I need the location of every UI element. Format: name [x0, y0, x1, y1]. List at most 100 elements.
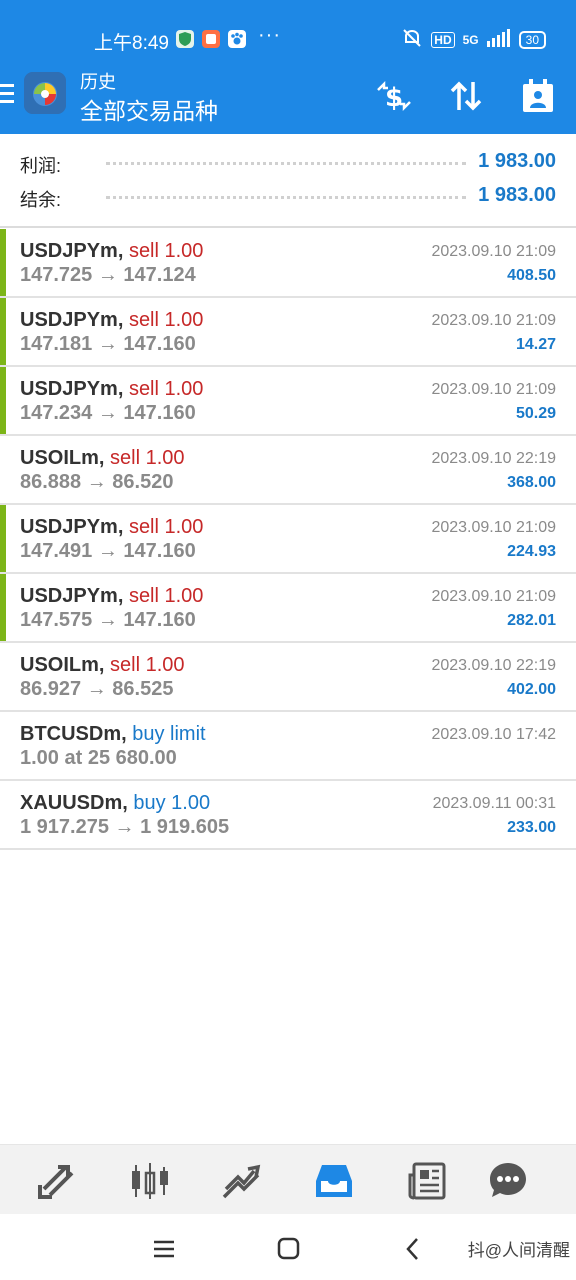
trade-profit: 402.00 [507, 681, 556, 698]
trade-prices: 1 917.275 → 1 919.605 [20, 816, 230, 838]
open-position-marker [0, 367, 6, 434]
signal-icon [486, 29, 511, 50]
trade-row[interactable]: USDJPYm, sell 1.00 147.234 → 147.160 2023.… [0, 367, 576, 436]
trade-prices: 147.725 → 147.124 [20, 264, 196, 286]
app-notification-icon [202, 30, 220, 48]
trade-symbol: USDJPYm, [20, 516, 124, 538]
trade-time: 2023.09.10 22:19 [431, 657, 556, 674]
trade-title: USDJPYm, sell 1.00 [20, 585, 203, 608]
trade-prices: 86.888 → 86.520 [20, 471, 174, 493]
open-position-marker [0, 505, 6, 572]
trade-row[interactable]: XAUUSDm, buy 1.00 1 917.275 → 1 919.605 20… [0, 781, 576, 850]
profit-row: 利润: 1 983.00 [20, 148, 556, 178]
mute-icon [401, 28, 423, 51]
trade-symbol: BTCUSDm, [20, 723, 127, 745]
balance-value: 1 983.00 [478, 184, 556, 206]
trade-title: USDJPYm, sell 1.00 [20, 378, 203, 401]
trade-symbol: USDJPYm, [20, 309, 124, 331]
menu-icon[interactable] [0, 84, 14, 104]
trade-time: 2023.09.10 21:09 [431, 312, 556, 329]
trade-symbol: USOILm, [20, 654, 105, 676]
trade-time: 2023.09.10 17:42 [431, 726, 556, 743]
trade-icon[interactable] [220, 1159, 264, 1203]
balance-label: 结余: [20, 190, 62, 210]
trade-prices: 147.575 → 147.160 [20, 609, 196, 631]
dollar-swap-icon[interactable]: $ [374, 76, 414, 116]
recent-apps-icon[interactable] [150, 1234, 180, 1264]
trade-action: sell 1.00 [128, 378, 204, 400]
trade-row[interactable]: USDJPYm, sell 1.00 147.491 → 147.160 2023.… [0, 505, 576, 574]
shield-notification-icon [176, 30, 194, 48]
profit-value: 1 983.00 [478, 150, 556, 172]
trade-action: buy limit [132, 723, 206, 745]
open-position-marker [0, 298, 6, 365]
battery-indicator: 30 [518, 30, 546, 49]
trade-title: USOILm, sell 1.00 [20, 654, 185, 677]
trade-row[interactable]: USOILm, sell 1.00 86.927 → 86.525 2023.09.… [0, 643, 576, 712]
trade-title: USDJPYm, sell 1.00 [20, 240, 203, 263]
trade-prices: 147.491 → 147.160 [20, 540, 196, 562]
open-position-marker [0, 229, 6, 296]
dotted-leader [106, 196, 466, 199]
trade-prices: 1.00 at 25 680.00 [20, 747, 177, 769]
trade-time: 2023.09.10 22:19 [431, 450, 556, 467]
back-icon[interactable] [398, 1234, 428, 1264]
symbol-filter[interactable]: 全部交易品种 [80, 92, 218, 126]
chart-icon[interactable] [128, 1159, 172, 1203]
quotes-icon[interactable] [36, 1159, 80, 1203]
trade-title: USDJPYm, sell 1.00 [20, 516, 203, 539]
trade-time: 2023.09.10 21:09 [431, 381, 556, 398]
trade-action: sell 1.00 [110, 654, 185, 676]
page-title: 历史 [80, 72, 116, 92]
trade-action: sell 1.00 [128, 516, 204, 538]
trade-title: USOILm, sell 1.00 [20, 447, 185, 470]
trade-title: USDJPYm, sell 1.00 [20, 309, 203, 332]
bottom-navigation [0, 1144, 576, 1214]
hd-badge: HD [431, 31, 455, 48]
trade-profit: 50.29 [515, 405, 556, 422]
trade-row[interactable]: USDJPYm, sell 1.00 147.181 → 147.160 2023.… [0, 298, 576, 367]
home-icon[interactable] [274, 1234, 304, 1264]
trade-profit: 14.27 [515, 336, 556, 353]
network-label: 5G [462, 32, 479, 47]
trade-time: 2023.09.10 21:09 [431, 519, 556, 536]
trade-time: 2023.09.10 21:09 [431, 243, 556, 260]
trade-symbol: USDJPYm, [20, 378, 124, 400]
trade-profit: 224.93 [507, 543, 556, 560]
trade-time: 2023.09.11 00:31 [432, 795, 556, 812]
trade-profit: 282.01 [507, 612, 556, 629]
trade-row[interactable]: USOILm, sell 1.00 86.888 → 86.520 2023.09.… [0, 436, 576, 505]
status-time: 上午8:49 [94, 33, 169, 54]
news-icon[interactable] [406, 1159, 450, 1203]
metatrader-logo [24, 72, 66, 114]
system-navigation: 抖@人间清醒 [0, 1214, 576, 1280]
trade-symbol: USOILm, [20, 447, 105, 469]
trade-symbol: USDJPYm, [20, 240, 124, 262]
more-notifications: ··· [258, 24, 281, 46]
trade-action: sell 1.00 [128, 309, 204, 331]
trade-title: BTCUSDm, buy limit [20, 723, 206, 746]
app-root: 上午8:49 ··· HD 5G 30 历史 全部交易品种 $ 利润: 1 98… [0, 0, 576, 1280]
trade-row[interactable]: USDJPYm, sell 1.00 147.575 → 147.160 2023.… [0, 574, 576, 643]
history-icon[interactable] [312, 1159, 356, 1203]
balance-row: 结余: 1 983.00 [20, 182, 556, 212]
summary-panel: 利润: 1 983.00 结余: 1 983.00 [0, 134, 576, 228]
watermark: 抖@人间清醒 [467, 1241, 570, 1260]
calendar-period-icon[interactable] [518, 76, 558, 116]
trade-profit: 368.00 [507, 474, 556, 491]
trade-symbol: XAUUSDm, [20, 792, 128, 814]
trade-row[interactable]: BTCUSDm, buy limit 1.00 at 25 680.00 2023.… [0, 712, 576, 781]
app-bar: 历史 全部交易品种 $ [0, 58, 576, 134]
trade-symbol: USDJPYm, [20, 585, 124, 607]
trade-prices: 147.181 → 147.160 [20, 333, 196, 355]
trade-action: sell 1.00 [128, 240, 204, 262]
trade-history-list: USDJPYm, sell 1.00 147.725 → 147.124 2023.… [0, 229, 576, 850]
sort-icon[interactable] [446, 76, 486, 116]
chat-icon[interactable] [486, 1159, 530, 1203]
trade-prices: 147.234 → 147.160 [20, 402, 196, 424]
trade-prices: 86.927 → 86.525 [20, 678, 174, 700]
profit-label: 利润: [20, 156, 62, 176]
trade-action: buy 1.00 [133, 792, 211, 814]
paw-notification-icon [228, 30, 246, 48]
trade-row[interactable]: USDJPYm, sell 1.00 147.725 → 147.124 2023.… [0, 229, 576, 298]
